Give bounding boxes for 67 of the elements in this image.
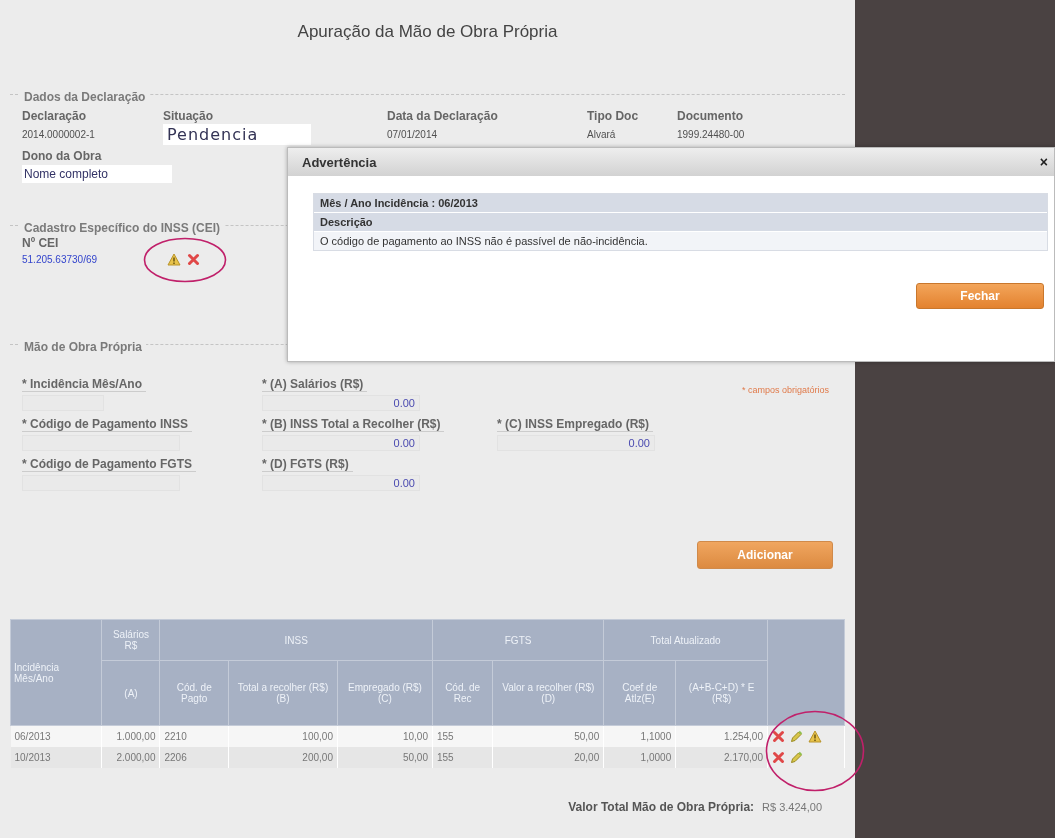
field-label: Data da Declaração [387, 109, 499, 123]
delete-icon[interactable] [772, 730, 785, 743]
field-value: 07/01/2014 [387, 129, 438, 140]
field-label: Nº CEI [22, 236, 59, 250]
total-value: R$ 3.424,00 [762, 801, 822, 813]
warning-icon[interactable] [808, 730, 822, 743]
table-cell: 200,00 [228, 747, 338, 768]
delete-icon[interactable] [772, 751, 785, 764]
section-legend: Cadastro Específico do INSS (CEI) [24, 221, 221, 235]
pencil-icon[interactable] [790, 730, 803, 743]
field-label: * (C) INSS Empregado (R$) [497, 417, 653, 432]
field-label: Documento [677, 109, 744, 123]
field-label: * (B) INSS Total a Recolher (R$) [262, 417, 445, 432]
field-label: Tipo Doc [587, 109, 640, 123]
cei-link[interactable]: 51.205.63730/69 [22, 254, 98, 265]
column-header: (A) [102, 660, 160, 726]
close-button[interactable]: × [1039, 154, 1048, 170]
field-value: Alvará [587, 129, 616, 140]
table-cell: 2.000,00 [102, 747, 160, 768]
column-header: (A+B-C+D) * E (R$) [675, 660, 768, 726]
input-field[interactable]: 0.00 [262, 475, 420, 491]
pencil-icon[interactable] [790, 751, 803, 764]
table-cell: 06/2013 [10, 725, 102, 747]
column-header: Empregado (R$) (C) [337, 660, 433, 726]
field-label: Situação [163, 109, 214, 123]
column-header: Valor a recolher (R$) (D) [492, 660, 604, 726]
message-text: O código de pagamento ao INSS não é passível de não-incidência. [314, 232, 1047, 250]
section-legend: Mão de Obra Própria [24, 340, 143, 354]
column-header: Incidência Mês/Ano [10, 619, 102, 726]
table-cell: 155 [432, 747, 493, 768]
table-cell: 20,00 [492, 747, 604, 768]
table-cell: 2206 [159, 747, 229, 768]
column-header: Total a recolher (R$) (B) [228, 660, 338, 726]
table-cell: 10/2013 [10, 747, 102, 768]
field-label: * Código de Pagamento FGTS [22, 457, 196, 472]
column-header: INSS [159, 619, 433, 661]
column-header: Total Atualizado [603, 619, 768, 661]
input-field[interactable]: 0.00 [497, 435, 655, 451]
field-value: Nome completo [22, 165, 172, 183]
field-label: * Código de Pagamento INSS [22, 417, 193, 432]
total-label: Valor Total Mão de Obra Própria: [568, 800, 755, 814]
column-header: Salários R$ [102, 619, 160, 661]
dialog-title: Advertência [302, 154, 377, 170]
table-cell: 50,00 [337, 747, 433, 768]
row-header: Mês / Ano Incidência : 06/2013 [314, 194, 1047, 213]
table-cell: 2.170,00 [675, 747, 768, 768]
field-value: 1999.24480-00 [677, 129, 745, 140]
field-label: * Incidência Mês/Ano [22, 377, 147, 392]
field-value: Pendencia [163, 124, 311, 145]
input-field[interactable]: 0.00 [262, 435, 420, 451]
input-field[interactable]: 0.00 [262, 395, 420, 411]
warning-icon[interactable] [167, 253, 182, 266]
field-value: 2014.0000002-1 [22, 129, 95, 140]
row-header: Descrição [314, 213, 1047, 232]
table-cell: 1,0000 [603, 747, 676, 768]
required-note: * campos obrigatórios [741, 384, 830, 397]
column-header: FGTS [432, 619, 604, 661]
field-label: Declaração [22, 109, 88, 123]
field-label: * (A) Salários (R$) [262, 377, 368, 392]
column-header: Cód. de Rec [432, 660, 493, 726]
delete-icon[interactable] [187, 253, 201, 266]
field-label: Dono da Obra [22, 149, 102, 163]
page-title: Apuração da Mão de Obra Própria [296, 22, 559, 42]
section-legend: Dados da Declaração [24, 90, 146, 104]
column-header: Coef de Atlz(E) [603, 660, 676, 726]
column-header: Cód. de Pagto [159, 660, 229, 726]
field-label: * (D) FGTS (R$) [262, 457, 353, 472]
